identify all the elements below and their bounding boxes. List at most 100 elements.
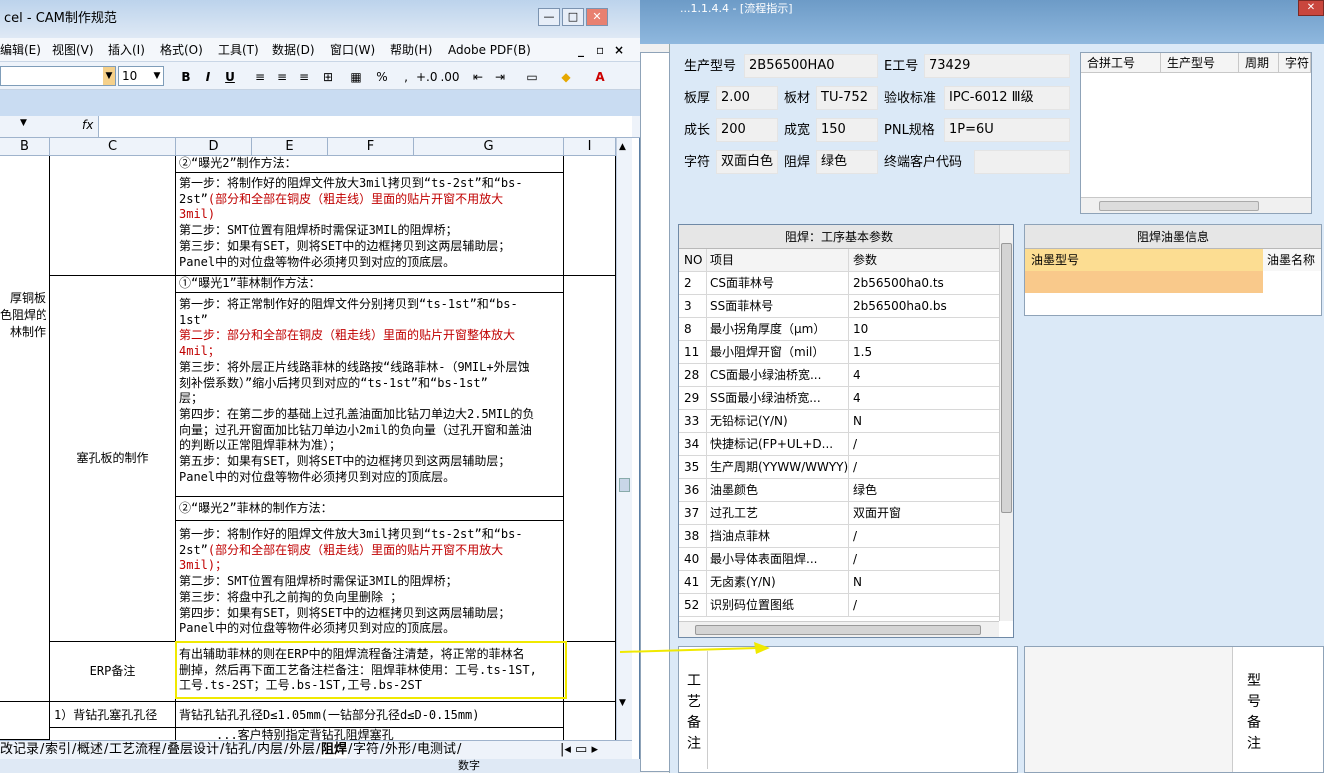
cell-d-back[interactable]: 背钻孔钻孔孔径D≤1.05mm(一钻部分孔径d≤D-0.15mm): [176, 702, 564, 728]
bold-button[interactable]: B: [176, 67, 196, 87]
solder-param-row[interactable]: 33 无铅标记(Y/N) N: [679, 410, 999, 433]
ink-row-selected[interactable]: [1025, 271, 1263, 293]
mask-field[interactable]: 绿色: [816, 150, 878, 174]
solder-param-row[interactable]: 11 最小阻焊开窗（mil） 1.5: [679, 341, 999, 364]
decrease-decimal-button[interactable]: .00: [440, 67, 460, 87]
menu-item[interactable]: 编辑(E): [0, 41, 41, 59]
cell-b-row[interactable]: [0, 702, 50, 740]
model-note-left-area[interactable]: [1025, 647, 1233, 772]
solder-hscroll-thumb[interactable]: [695, 625, 981, 635]
column-header[interactable]: E: [252, 138, 328, 156]
cell-d-last[interactable]: ...客户特别指定背钻孔阻焊塞孔: [176, 728, 564, 740]
prod-model-field[interactable]: 2B56500HA0: [744, 54, 878, 78]
cell-c-last[interactable]: [50, 728, 176, 740]
solder-param-row[interactable]: 3 SS面菲林号 2b56500ha0.bs: [679, 295, 999, 318]
merge-hscroll-thumb[interactable]: [1099, 201, 1259, 211]
merge-header-model[interactable]: 生产型号: [1161, 53, 1239, 73]
solder-param-row[interactable]: 36 油墨颜色 绿色: [679, 479, 999, 502]
solder-param-row[interactable]: 29 SS面最小绿油桥宽... 4: [679, 387, 999, 410]
column-header[interactable]: B: [0, 138, 50, 156]
solder-param-row[interactable]: 52 识别码位置图纸 /: [679, 594, 999, 617]
thickness-field[interactable]: 2.00: [716, 86, 778, 110]
solder-hscrollbar[interactable]: [679, 621, 999, 637]
comma-button[interactable]: ,: [396, 67, 416, 87]
standard-field[interactable]: IPC-6012 Ⅲ级: [944, 86, 1070, 110]
merge-header-char[interactable]: 字符: [1279, 53, 1311, 73]
sheet-tab[interactable]: 改记录: [0, 742, 39, 758]
column-header[interactable]: D: [176, 138, 252, 156]
chevron-down-icon[interactable]: ▼: [151, 67, 163, 85]
fill-color-button[interactable]: ◆: [556, 67, 576, 87]
merge-grid[interactable]: 合拼工号 生产型号 周期 字符: [1080, 52, 1312, 214]
solder-param-row[interactable]: 35 生产周期(YYWW/WWYY) /: [679, 456, 999, 479]
cell-d2[interactable]: 第一步：将制作好的阻焊文件放大3mil拷贝到“ts-2st”和“bs- 2st”(…: [176, 173, 564, 276]
grow-wid-field[interactable]: 150: [816, 118, 878, 142]
solder-param-row[interactable]: 34 快捷标记(FP+UL+D... /: [679, 433, 999, 456]
sheet-tab[interactable]: 工艺流程: [109, 742, 161, 758]
increase-decimal-button[interactable]: +.0: [416, 67, 438, 87]
sheet-tab[interactable]: 叠层设计: [167, 742, 219, 758]
menu-item[interactable]: 工具(T): [218, 41, 259, 59]
cell-c-plug[interactable]: 塞孔板的制作: [50, 276, 176, 642]
font-size-dropdown[interactable]: 10 ▼: [118, 66, 164, 86]
menu-item[interactable]: 帮助(H): [390, 41, 432, 59]
char-field[interactable]: 双面白色: [716, 150, 778, 174]
underline-button[interactable]: U: [220, 67, 240, 87]
decrease-indent-button[interactable]: ⇤: [468, 67, 488, 87]
cell-i[interactable]: [564, 156, 616, 276]
sheet-tab[interactable]: 概述: [77, 742, 103, 758]
menu-item[interactable]: 插入(I): [108, 41, 145, 59]
solder-vscroll-thumb[interactable]: [1001, 243, 1012, 513]
align-center-button[interactable]: ≡: [272, 67, 292, 87]
close-button[interactable]: ✕: [1298, 0, 1324, 16]
header-value[interactable]: 参数: [849, 249, 999, 271]
percent-button[interactable]: %: [372, 67, 392, 87]
pnl-field[interactable]: 1P=6U: [944, 118, 1070, 142]
menu-window-control[interactable]: ×: [614, 41, 624, 59]
solder-param-row[interactable]: 41 无卤素(Y/N) N: [679, 571, 999, 594]
solder-param-row[interactable]: 2 CS面菲林号 2b56500ha0.ts: [679, 272, 999, 295]
increase-indent-button[interactable]: ⇥: [490, 67, 510, 87]
grow-len-field[interactable]: 200: [716, 118, 778, 142]
solder-param-row[interactable]: 38 挡油点菲林 /: [679, 525, 999, 548]
merge-hscrollbar[interactable]: [1081, 197, 1311, 213]
sheet-tab[interactable]: 电测试: [417, 742, 456, 758]
ink-header-name[interactable]: 油墨名称: [1263, 249, 1321, 271]
cell-c-top[interactable]: [50, 156, 176, 276]
formula-input[interactable]: [98, 116, 632, 137]
sheet-tab[interactable]: 外形: [385, 742, 411, 758]
minimize-button[interactable]: —: [538, 8, 560, 26]
sheet-vscroll-thumb[interactable]: [619, 478, 630, 492]
material-field[interactable]: TU-752: [816, 86, 878, 110]
customer-field[interactable]: [974, 150, 1070, 174]
column-header[interactable]: F: [328, 138, 414, 156]
scroll-up-icon[interactable]: ▲: [619, 142, 626, 152]
cell-c-erp[interactable]: ERP备注: [50, 642, 176, 702]
tab-scroll-controls[interactable]: |◂ ▭ ▸: [560, 742, 620, 758]
cell-d6[interactable]: 第一步：将制作好的阻焊文件放大3mil拷贝到“ts-2st”和“bs- 2st”(…: [176, 521, 564, 642]
solder-param-row[interactable]: 8 最小拐角厚度（μm） 10: [679, 318, 999, 341]
sheet-tab[interactable]: 字符: [353, 742, 379, 758]
cell-d5[interactable]: ②“曝光2”菲林的制作方法：: [176, 497, 564, 521]
sheet-tab[interactable]: 内层: [257, 742, 283, 758]
excel-close-button[interactable]: ✕: [586, 8, 608, 26]
borders-button[interactable]: ▭: [522, 67, 542, 87]
menu-item[interactable]: 格式(O): [160, 41, 203, 59]
sheet-tab[interactable]: 索引: [45, 742, 71, 758]
menu-item[interactable]: 窗口(W): [330, 41, 375, 59]
solder-vscrollbar[interactable]: [999, 225, 1013, 621]
column-header[interactable]: C: [50, 138, 176, 156]
align-right-button[interactable]: ≡: [294, 67, 314, 87]
merge-header-period[interactable]: 周期: [1239, 53, 1279, 73]
currency-button[interactable]: ▦: [346, 67, 366, 87]
column-header[interactable]: I: [564, 138, 616, 156]
font-color-button[interactable]: A: [590, 67, 610, 87]
sheet-tab[interactable]: 阻焊: [321, 742, 348, 758]
scroll-down-icon[interactable]: ▼: [619, 698, 626, 708]
header-no[interactable]: NO: [679, 249, 707, 271]
cell-i[interactable]: [564, 276, 616, 642]
cell-i[interactable]: [564, 702, 616, 740]
chevron-down-icon[interactable]: ▼: [103, 67, 115, 85]
cell-d4[interactable]: 第一步：将正常制作好的阻焊文件分别拷贝到“ts-1st”和“bs- 1st” 第二步…: [176, 293, 564, 497]
process-note-textarea[interactable]: [707, 651, 1013, 769]
